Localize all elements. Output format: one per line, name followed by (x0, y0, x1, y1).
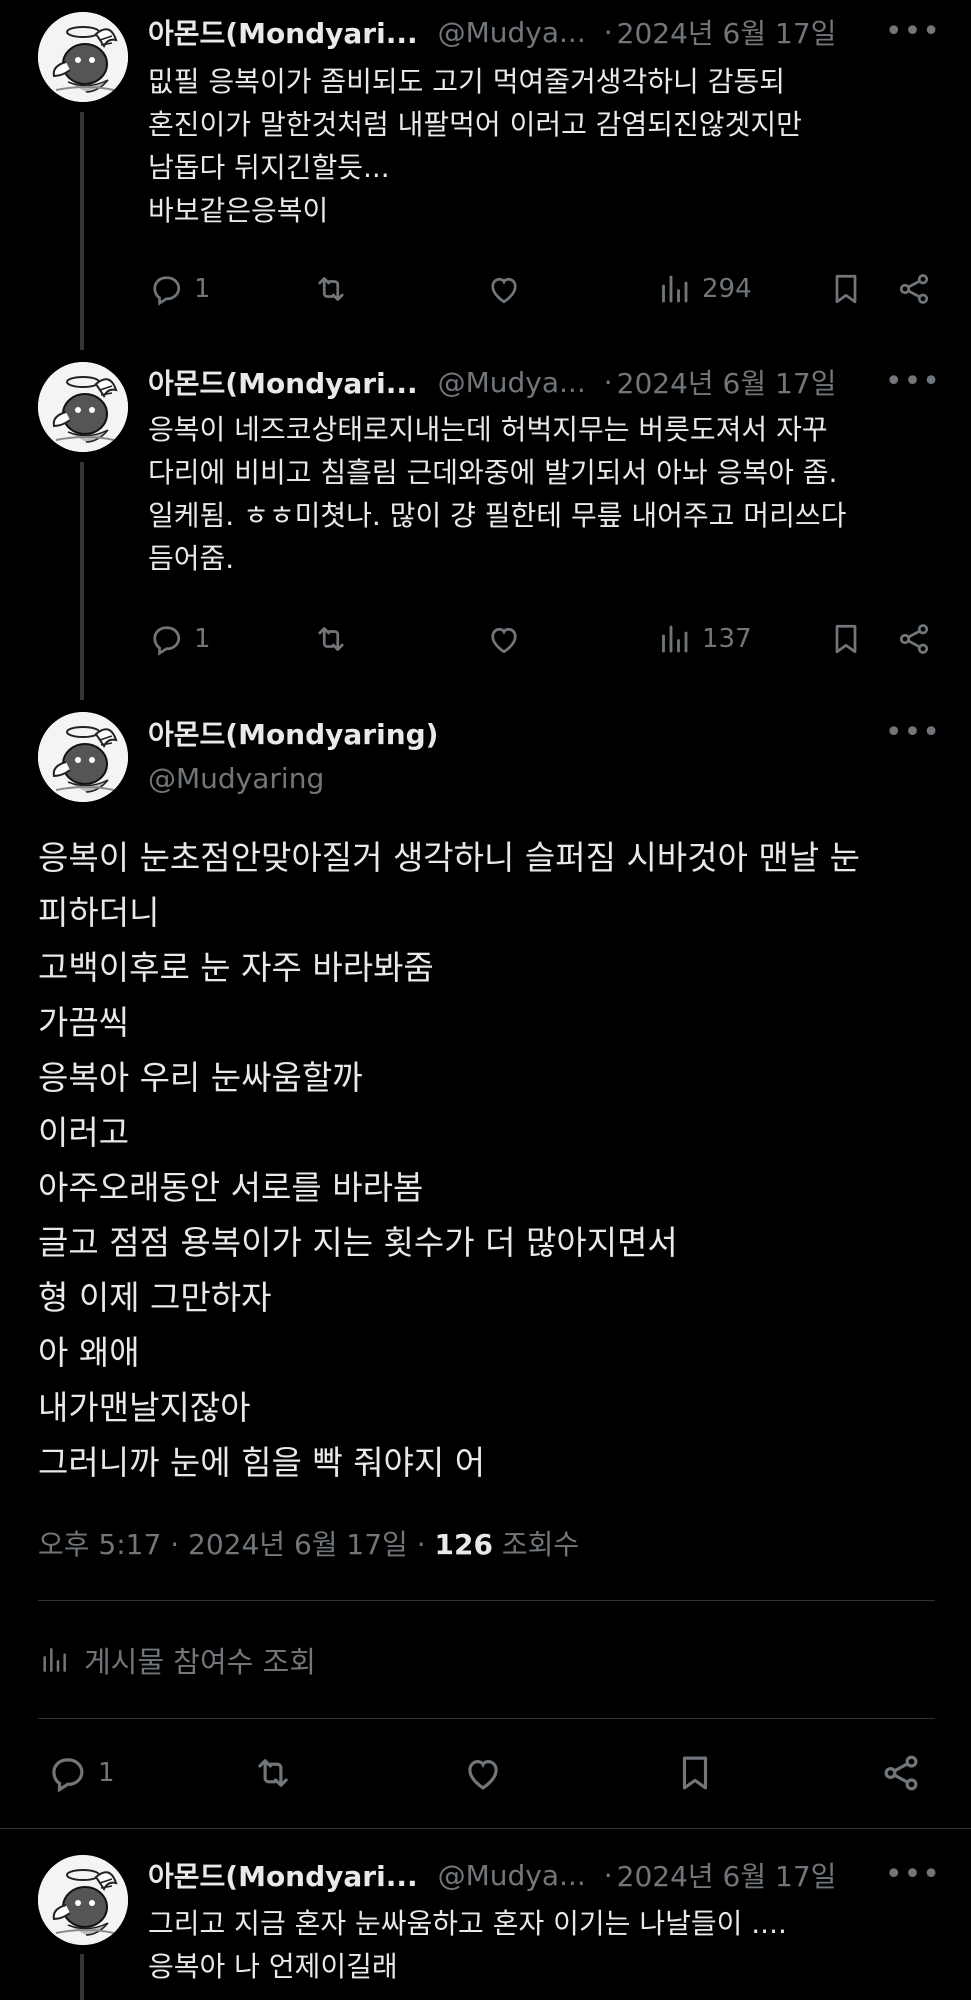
post-date[interactable]: 2024년 6월 17일 (188, 1528, 408, 1561)
view-count: 294 (702, 274, 752, 304)
main-post-text: 응복이 눈초점안맞아질거 생각하니 슬퍼짐 시바것아 맨날 눈 피하더니 고백이… (38, 838, 860, 1482)
more-options-button[interactable]: ••• (885, 713, 941, 753)
author-handle[interactable]: @Mudyaring (148, 762, 324, 795)
avatar[interactable] (38, 712, 128, 802)
thread-line (80, 1954, 84, 2000)
thread-line (80, 112, 84, 350)
avatar[interactable] (38, 362, 128, 452)
author-name[interactable]: 아몬드(Mondyaring) (148, 713, 438, 753)
reply-button[interactable]: 1 (46, 1750, 115, 1796)
main-author-name-row: 아몬드(Mondyaring) (148, 713, 438, 753)
post-actions: 1 294 (148, 267, 941, 311)
bookmark-icon (828, 271, 864, 307)
reply-icon (46, 1752, 88, 1794)
repost-icon (313, 621, 349, 657)
view-count: 137 (702, 624, 752, 654)
views-label: 조회수 (501, 1528, 580, 1561)
avatar[interactable] (38, 1855, 128, 1945)
separator: · (416, 1528, 426, 1561)
views-icon (38, 1644, 70, 1676)
reply-icon (148, 271, 184, 307)
more-options-button[interactable]: ••• (885, 12, 941, 52)
post-header: 아몬드(Mondyari... @Mudya... · 2024년 6월 17일 (148, 362, 836, 402)
author-handle[interactable]: @Mudya... (438, 16, 586, 49)
post-meta: 오후 5:17 · 2024년 6월 17일 · 126 조회수 (38, 1523, 579, 1563)
bookmark-icon (674, 1752, 716, 1794)
post-date[interactable]: 2024년 6월 17일 (617, 1855, 837, 1895)
avatar[interactable] (38, 12, 128, 102)
reply-count: 1 (194, 274, 211, 304)
post-text: 밊필 응복이가 좀비되도 고기 먹여줄거생각하니 감동되 혼진이가 말한것처럼 … (148, 65, 802, 227)
post-actions: 1 137 (148, 617, 941, 661)
views-icon (656, 271, 692, 307)
repost-button[interactable] (313, 267, 349, 311)
divider (38, 1600, 935, 1601)
author-name[interactable]: 아몬드(Mondyari... (148, 1855, 418, 1895)
separator: · (170, 1528, 180, 1561)
post-date[interactable]: 2024년 6월 17일 (617, 12, 837, 52)
author-handle[interactable]: @Mudya... (438, 1859, 586, 1892)
post-text: 그리고 지금 혼자 눈싸움하고 혼자 이기는 나날들이 .... 응복아 나 언… (148, 1907, 787, 1983)
repost-icon (252, 1752, 294, 1794)
separator: · (603, 15, 613, 49)
bookmark-button[interactable] (828, 267, 864, 311)
like-icon (462, 1752, 504, 1794)
divider (0, 1828, 971, 1829)
reply-button[interactable]: 1 (148, 267, 211, 311)
separator: · (603, 365, 613, 399)
repost-button[interactable] (252, 1750, 294, 1796)
post-date[interactable]: 2024년 6월 17일 (617, 362, 837, 402)
views-button[interactable]: 137 (656, 617, 752, 661)
reply-count: 1 (98, 1758, 115, 1788)
post-time[interactable]: 오후 5:17 (38, 1528, 161, 1561)
engagements-label: 게시물 참여수 조회 (84, 1645, 316, 1679)
main-author-handle-row: @Mudyaring (148, 758, 324, 798)
post-header: 아몬드(Mondyari... @Mudya... · 2024년 6월 17일 (148, 12, 836, 52)
like-button[interactable] (462, 1750, 504, 1796)
divider (38, 1718, 935, 1719)
reply-count: 1 (194, 624, 211, 654)
more-options-button[interactable]: ••• (885, 362, 941, 402)
like-button[interactable] (486, 267, 522, 311)
share-button[interactable] (896, 267, 932, 311)
bookmark-icon (828, 621, 864, 657)
share-icon (896, 271, 932, 307)
views-button[interactable]: 294 (656, 267, 752, 311)
views-count: 126 (434, 1528, 493, 1561)
share-icon (880, 1752, 922, 1794)
reply-icon (148, 621, 184, 657)
share-button[interactable] (880, 1750, 922, 1796)
bookmark-button[interactable] (674, 1750, 716, 1796)
bookmark-button[interactable] (828, 617, 864, 661)
post-engagements-link[interactable]: 게시물 참여수 조회 (38, 1638, 316, 1682)
repost-button[interactable] (313, 617, 349, 661)
reply-button[interactable]: 1 (148, 617, 211, 661)
share-icon (896, 621, 932, 657)
share-button[interactable] (896, 617, 932, 661)
thread-line (80, 462, 84, 700)
repost-icon (313, 271, 349, 307)
author-handle[interactable]: @Mudya... (438, 366, 586, 399)
like-button[interactable] (486, 617, 522, 661)
more-options-button[interactable]: ••• (885, 1855, 941, 1895)
views-icon (656, 621, 692, 657)
separator: · (603, 1858, 613, 1892)
post-text: 응복이 네즈코상태로지내는데 허벅지무는 버릇도져서 자꾸 다리에 비비고 침흘… (148, 413, 847, 575)
main-post-actions: 1 (38, 1750, 935, 1796)
author-name[interactable]: 아몬드(Mondyari... (148, 12, 418, 52)
like-icon (486, 271, 522, 307)
post-header: 아몬드(Mondyari... @Mudya... · 2024년 6월 17일 (148, 1855, 836, 1895)
like-icon (486, 621, 522, 657)
author-name[interactable]: 아몬드(Mondyari... (148, 362, 418, 402)
